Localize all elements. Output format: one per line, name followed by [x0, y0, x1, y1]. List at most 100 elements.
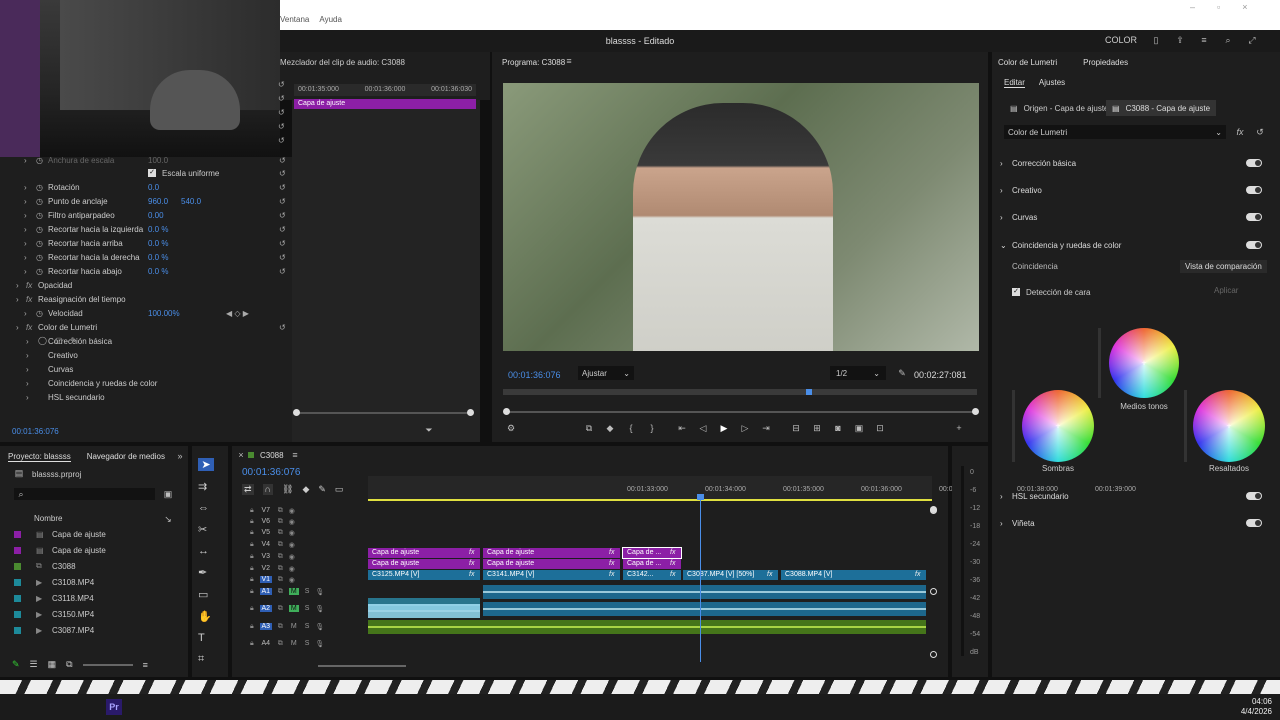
column-name-header[interactable]: Nombre	[34, 514, 62, 523]
track-label[interactable]: V5	[260, 529, 272, 536]
scroll-handle-right[interactable]	[467, 409, 474, 416]
stopwatch-icon[interactable]: ◷	[36, 239, 43, 248]
project-item[interactable]: ▶ C3087.MP4	[14, 623, 174, 637]
chevron-right-icon[interactable]: ›	[24, 239, 27, 248]
reset-icon[interactable]: ↺	[279, 156, 286, 165]
project-item[interactable]: ▶ C3150.MP4	[14, 607, 174, 621]
effect-row[interactable]: ◷ › Recortar hacia la izquierda 0.0 % ↺	[0, 222, 292, 236]
section-basic[interactable]: › Corrección básica	[992, 156, 1280, 170]
tab-lumetri[interactable]: Color de Lumetri	[998, 58, 1057, 67]
chevron-right-icon[interactable]: ›	[24, 253, 27, 262]
ellipse-mask-icon[interactable]: ◯	[38, 336, 47, 345]
out-point-icon[interactable]: }	[647, 423, 657, 433]
tab-properties[interactable]: Propiedades	[1083, 58, 1128, 67]
track-label[interactable]: V1	[259, 576, 272, 583]
snap-icon[interactable]: ∩	[262, 484, 274, 495]
toggle-hsl[interactable]	[1246, 492, 1262, 500]
pen-icon[interactable]: ✒	[198, 566, 214, 579]
chevron-right-icon[interactable]: ›	[24, 267, 27, 276]
playhead-marker[interactable]	[806, 389, 812, 395]
track-label[interactable]: V4	[260, 541, 272, 548]
scroll-handle-left[interactable]	[293, 409, 300, 416]
panel-menu-icon[interactable]: ≡	[290, 450, 300, 460]
freeform-icon[interactable]: ⧉	[66, 659, 72, 670]
eye-icon[interactable]: ◉	[289, 518, 295, 526]
effect-row-value2[interactable]: 540.0	[181, 197, 201, 206]
sequence-tab[interactable]: C3088	[260, 451, 284, 460]
project-item[interactable]: ▶ C3108.MP4	[14, 575, 174, 589]
effect-row-value[interactable]: 0.0 %	[148, 225, 168, 234]
audio-clip[interactable]	[483, 585, 926, 599]
menu-icon[interactable]: ≡	[1199, 35, 1209, 45]
marker-icon[interactable]: ◆	[605, 423, 615, 433]
solo-button[interactable]: S	[305, 640, 310, 647]
step-back-icon[interactable]: ◁	[698, 423, 708, 433]
highlights-slider[interactable]	[1184, 390, 1187, 462]
chevron-right-icon[interactable]: ›	[16, 281, 19, 290]
microphone-icon[interactable]: 🎙︎	[315, 640, 324, 648]
eye-icon[interactable]: ◉	[289, 565, 295, 573]
zoom-handle-right[interactable]	[972, 408, 979, 415]
video-clip[interactable]: C3125.MP4 [V]	[368, 570, 480, 580]
menu-ayuda[interactable]: Ayuda	[319, 15, 342, 27]
chevron-right-icon[interactable]: ›	[24, 225, 27, 234]
uniform-scale-checkbox[interactable]: ✓	[148, 169, 156, 177]
selection-tool-icon[interactable]: ➤	[198, 458, 214, 471]
effect-row[interactable]: › Curvas	[0, 362, 292, 376]
stopwatch-icon[interactable]: ◷	[36, 197, 43, 206]
chevron-right-icon[interactable]: ›	[26, 379, 29, 388]
track-end-handle[interactable]	[930, 588, 937, 595]
reset-icon[interactable]: ↺	[278, 108, 290, 117]
lock-icon[interactable]: 🔒︎	[250, 576, 254, 584]
toggle-basic[interactable]	[1246, 159, 1262, 167]
camera-icon[interactable]: ◙	[833, 423, 843, 433]
type-icon[interactable]: T	[198, 632, 214, 644]
lock-icon[interactable]: 🔒︎	[250, 588, 254, 596]
chevron-right-icon[interactable]: ›	[24, 183, 27, 192]
chevron-right-icon[interactable]: ›	[26, 351, 29, 360]
icon-view-icon[interactable]: ▦	[48, 659, 57, 670]
stopwatch-icon[interactable]: ◷	[36, 156, 43, 165]
mute-button[interactable]: M	[289, 623, 299, 630]
effect-dropdown[interactable]: Color de Lumetri ⌄	[1004, 125, 1226, 139]
play-icon[interactable]: ▶	[719, 423, 729, 433]
track-label[interactable]: A2	[259, 605, 272, 612]
reset-icon[interactable]: ↺	[278, 94, 290, 103]
midtones-wheel[interactable]: +	[1109, 328, 1179, 398]
reset-icon[interactable]: ↺	[1255, 127, 1265, 137]
effect-row-value[interactable]: 0.00	[148, 211, 164, 220]
clock[interactable]: 04:06 4/4/2026	[1228, 697, 1272, 717]
nest-icon[interactable]: ⇄	[242, 484, 254, 495]
sync-lock-icon[interactable]: ⧉	[278, 518, 283, 526]
effect-row[interactable]: ◷ › Recortar hacia abajo 0.0 % ↺	[0, 264, 292, 278]
reset-icon[interactable]: ↺	[279, 267, 286, 276]
tab-presets[interactable]: Ajustes	[1039, 78, 1065, 88]
keyframe-nav-icon[interactable]: ◀ ◇ ▶	[226, 309, 249, 318]
effect-row[interactable]: ◷ › Recortar hacia arriba 0.0 % ↺	[0, 236, 292, 250]
sync-lock-icon[interactable]: ⧉	[278, 605, 283, 613]
wrench-icon[interactable]: ✎	[897, 368, 907, 378]
track-label[interactable]: A3	[259, 623, 272, 630]
eye-icon[interactable]: ◉	[289, 576, 295, 584]
chevron-right-icon[interactable]: ›	[26, 337, 29, 346]
lock-icon[interactable]: 🔒︎	[250, 640, 254, 648]
chevron-right-icon[interactable]: ›	[26, 393, 29, 402]
sort-icon[interactable]: ≡	[143, 660, 148, 670]
slip-icon[interactable]: ↔	[198, 545, 214, 557]
chevron-right-icon[interactable]: ›	[24, 211, 27, 220]
linked-select-icon[interactable]: ⛓	[282, 484, 293, 495]
effect-row[interactable]: › HSL secundario	[0, 390, 292, 404]
adjustment-clip[interactable]: Capa de ajuste	[368, 548, 480, 558]
lock-icon[interactable]: 🔒︎	[250, 553, 254, 561]
rect-mask-icon[interactable]: ▢	[55, 336, 63, 345]
effect-row-value[interactable]: 0.0 %	[148, 253, 168, 262]
mute-button[interactable]: M	[289, 640, 299, 647]
sync-lock-icon[interactable]: ⧉	[278, 576, 283, 584]
section-curves[interactable]: › Curvas	[992, 210, 1280, 224]
stopwatch-icon[interactable]: ◷	[36, 225, 43, 234]
pen-mask-icon[interactable]: ✎	[71, 336, 78, 345]
reset-icon[interactable]: ↺	[279, 197, 286, 206]
gen-extend-icon[interactable]: ⌗	[198, 653, 214, 666]
chevron-right-icon[interactable]: ›	[24, 197, 27, 206]
track-select-icon[interactable]: ⇉	[198, 480, 214, 493]
